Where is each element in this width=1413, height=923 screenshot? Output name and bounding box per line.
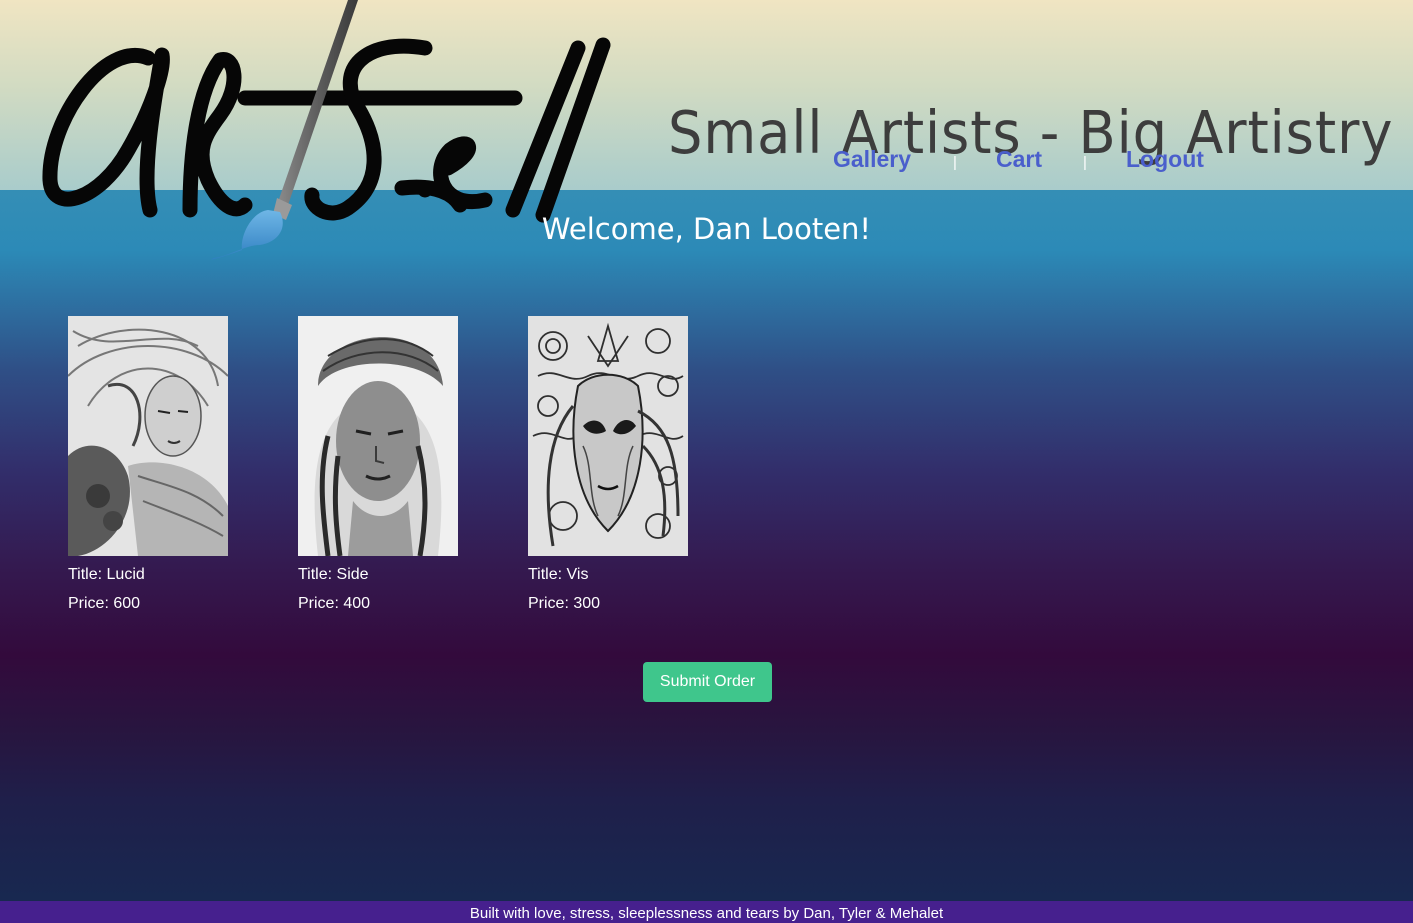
cart-item: Title: Side Price: 400	[298, 316, 458, 613]
artwork-price: Price: 400	[298, 595, 371, 612]
page-footer: Built with love, stress, sleeplessness a…	[0, 901, 1413, 923]
artwork-image-side[interactable]	[298, 316, 458, 556]
artwork-title: Title: Side	[298, 566, 369, 583]
main-nav: Gallery | Cart | Logout	[0, 146, 1413, 178]
welcome-message: Welcome, Dan Looten!	[541, 212, 872, 246]
artwork-title: Title: Lucid	[68, 566, 145, 583]
cart-item: Title: Vis Price: 300	[528, 316, 688, 613]
artwork-price: Price: 300	[528, 595, 601, 612]
nav-separator: |	[953, 154, 957, 171]
submit-order-button[interactable]: Submit Order	[643, 662, 772, 702]
artwork-image-vis[interactable]	[528, 316, 688, 556]
artwork-image-lucid[interactable]	[68, 316, 228, 556]
cart-item-list: Title: Lucid Price: 600 Title: Side Pric…	[68, 316, 688, 613]
nav-gallery-link[interactable]: Gallery	[833, 146, 911, 173]
nav-logout-link[interactable]: Logout	[1126, 146, 1204, 173]
artwork-price: Price: 600	[68, 595, 141, 612]
artwork-title: Title: Vis	[528, 566, 589, 583]
nav-separator: |	[1083, 154, 1087, 171]
nav-cart-link[interactable]: Cart	[996, 146, 1042, 173]
cart-item: Title: Lucid Price: 600	[68, 316, 228, 613]
